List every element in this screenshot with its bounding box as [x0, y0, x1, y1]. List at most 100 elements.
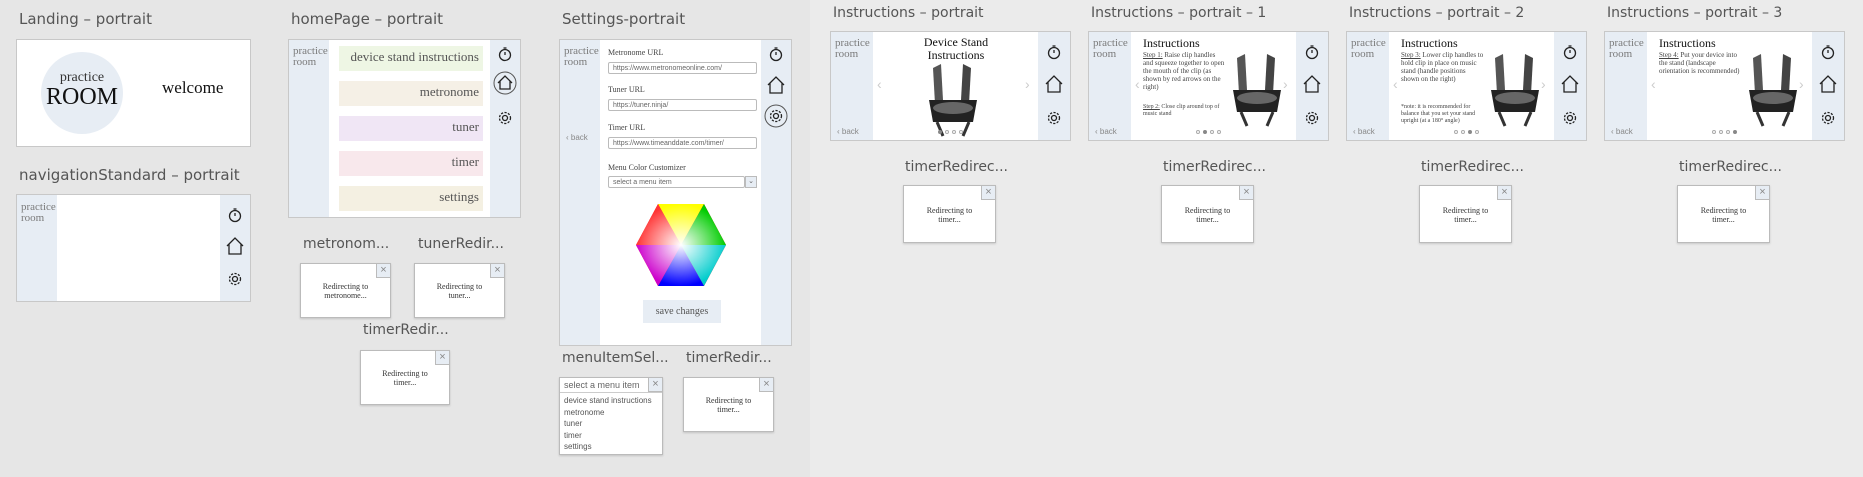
select-option[interactable]: settings	[564, 441, 652, 453]
home-icon[interactable]	[1560, 74, 1580, 94]
instructions-title: Instructions	[1401, 36, 1458, 50]
brand-sidebar: practice room	[289, 40, 329, 217]
page-dot[interactable]	[938, 130, 942, 134]
timer-redirect-popup: × Redirecting to timer...	[903, 185, 996, 243]
back-link[interactable]: ‹ back	[566, 132, 588, 143]
page-dot[interactable]	[1196, 130, 1200, 134]
tuner-url-input[interactable]: https://tuner.ninja/	[608, 99, 757, 111]
gear-icon[interactable]	[1820, 110, 1836, 126]
page-dot[interactable]	[1468, 130, 1472, 134]
chevron-right-icon[interactable]: ›	[1025, 76, 1030, 92]
page-dot[interactable]	[1461, 130, 1465, 134]
home-label: homePage – portrait	[291, 10, 444, 28]
color-customizer-label: Menu Color Customizer	[608, 163, 686, 172]
home-icon[interactable]	[225, 236, 245, 256]
brand-room: room	[1351, 48, 1375, 60]
page-dots	[938, 130, 963, 134]
chevron-right-icon[interactable]: ›	[1799, 76, 1804, 92]
menu-item-timer[interactable]: timer	[339, 151, 483, 176]
gear-icon[interactable]	[497, 110, 513, 126]
gear-icon[interactable]	[1304, 110, 1320, 126]
color-wheel[interactable]	[636, 202, 726, 288]
page-dot[interactable]	[1719, 130, 1723, 134]
brand-sidebar: practice room ‹ back	[831, 32, 873, 140]
close-icon[interactable]: ×	[648, 378, 662, 392]
chevron-left-icon[interactable]: ‹	[1651, 76, 1656, 92]
metronome-popup-label: metronom...	[303, 236, 390, 252]
brand-sidebar: practice room	[17, 195, 57, 301]
close-icon[interactable]: ×	[1755, 186, 1769, 200]
instructions-label: Instructions – portrait – 1	[1091, 5, 1267, 21]
select-option[interactable]: device stand instructions	[564, 395, 652, 407]
page-dot[interactable]	[945, 130, 949, 134]
page-dot[interactable]	[1454, 130, 1458, 134]
metronome-url-input[interactable]: https://www.metronomeonline.com/	[608, 62, 757, 74]
nav-bar	[220, 195, 250, 301]
select-option[interactable]: timer	[564, 430, 652, 442]
menu-item-metronome[interactable]: metronome	[339, 81, 483, 106]
page-dot[interactable]	[959, 130, 963, 134]
device-stand-image	[1743, 50, 1803, 133]
nav-bar	[1038, 32, 1070, 140]
menu-item-select[interactable]: select a menu item	[608, 176, 745, 188]
gear-icon[interactable]	[1562, 110, 1578, 126]
save-changes-button[interactable]: save changes	[643, 300, 721, 323]
menu-select-label: menuItemSel...	[562, 350, 669, 366]
gear-icon[interactable]	[764, 104, 788, 128]
gear-icon[interactable]	[1046, 110, 1062, 126]
menu-item-device-stand[interactable]: device stand instructions	[339, 46, 483, 71]
page-dot[interactable]	[1726, 130, 1730, 134]
home-icon[interactable]	[493, 71, 517, 95]
nav-bar	[490, 40, 520, 217]
menu-item-tuner[interactable]: tuner	[339, 116, 483, 141]
chevron-right-icon[interactable]: ›	[1283, 76, 1288, 92]
settings-label: Settings-portrait	[562, 10, 686, 28]
menu-item-settings[interactable]: settings	[339, 186, 483, 211]
page-dot[interactable]	[1217, 130, 1221, 134]
stopwatch-icon[interactable]	[1562, 44, 1578, 60]
device-stand-image	[1227, 50, 1287, 133]
close-icon[interactable]: ×	[1239, 186, 1253, 200]
home-icon[interactable]	[766, 75, 786, 95]
close-icon[interactable]: ×	[490, 264, 504, 278]
page-dot[interactable]	[1733, 130, 1737, 134]
close-icon[interactable]: ×	[981, 186, 995, 200]
back-link[interactable]: ‹ back	[837, 126, 859, 137]
stopwatch-icon[interactable]	[497, 46, 513, 62]
stopwatch-icon[interactable]	[1304, 44, 1320, 60]
select-option[interactable]: metronome	[564, 407, 652, 419]
select-option[interactable]: tuner	[564, 418, 652, 430]
timer-url-input[interactable]: https://www.timeanddate.com/timer/	[608, 137, 757, 149]
brand-room: room	[1093, 48, 1117, 60]
close-icon[interactable]: ×	[1497, 186, 1511, 200]
page-dot[interactable]	[1210, 130, 1214, 134]
chevron-down-icon[interactable]: ⌄	[745, 176, 757, 188]
timer-redirect-popup: × Redirecting to timer...	[1677, 185, 1770, 243]
page-dot[interactable]	[952, 130, 956, 134]
home-icon[interactable]	[1044, 74, 1064, 94]
page-dot[interactable]	[1203, 130, 1207, 134]
stopwatch-icon[interactable]	[1820, 44, 1836, 60]
instructions-frame: practice room ‹ back Device Stand Instruc…	[830, 31, 1071, 141]
chevron-left-icon[interactable]: ‹	[1135, 76, 1140, 92]
stopwatch-icon[interactable]	[768, 46, 784, 62]
gear-icon[interactable]	[227, 271, 243, 287]
timer2-redirect-popup: × Redirecting to timer...	[683, 377, 774, 432]
back-link[interactable]: ‹ back	[1095, 126, 1117, 137]
stopwatch-icon[interactable]	[227, 207, 243, 223]
close-icon[interactable]: ×	[435, 351, 449, 365]
home-icon[interactable]	[1302, 74, 1322, 94]
chevron-left-icon[interactable]: ‹	[877, 76, 882, 92]
back-link[interactable]: ‹ back	[1611, 126, 1633, 137]
page-dot[interactable]	[1712, 130, 1716, 134]
instructions-title: Device Stand Instructions	[923, 35, 989, 62]
back-link[interactable]: ‹ back	[1353, 126, 1375, 137]
chevron-left-icon[interactable]: ‹	[1393, 76, 1398, 92]
page-dot[interactable]	[1475, 130, 1479, 134]
close-icon[interactable]: ×	[376, 264, 390, 278]
stopwatch-icon[interactable]	[1046, 44, 1062, 60]
close-icon[interactable]: ×	[759, 378, 773, 392]
chevron-right-icon[interactable]: ›	[1541, 76, 1546, 92]
instructions-title: Instructions	[1659, 36, 1716, 50]
home-icon[interactable]	[1818, 74, 1838, 94]
